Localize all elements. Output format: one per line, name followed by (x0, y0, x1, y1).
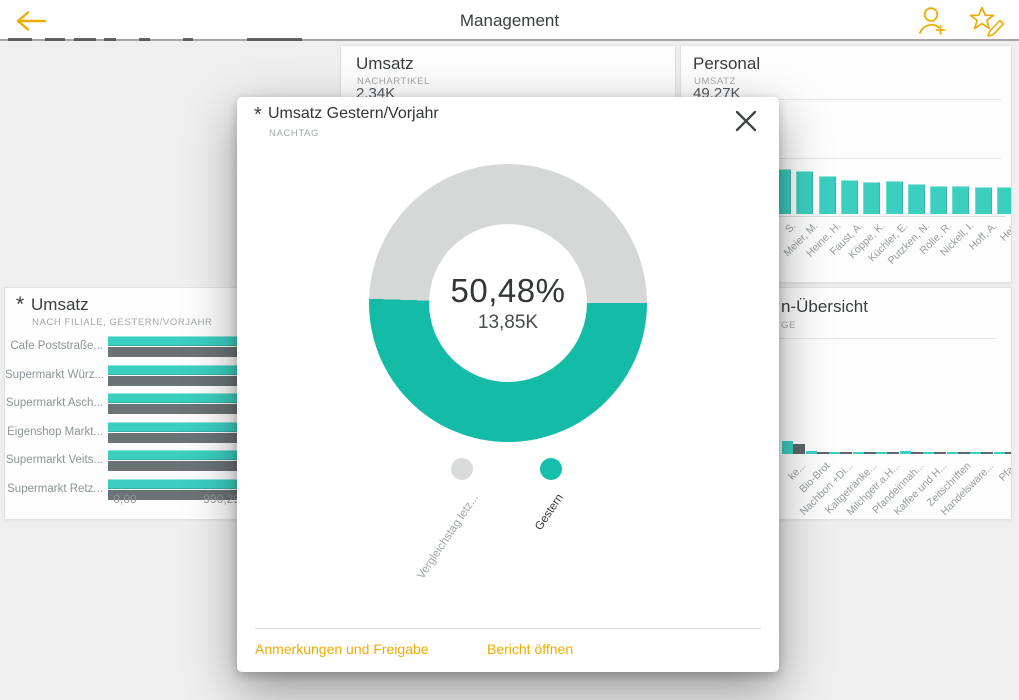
personal-bar[interactable] (819, 176, 836, 214)
uebersicht-bar-gray[interactable] (981, 452, 993, 454)
uebersicht-bar-gray[interactable] (1005, 452, 1013, 454)
uebersicht-bar-teal[interactable] (994, 452, 1005, 455)
uebersicht-bar-teal[interactable] (900, 451, 911, 454)
personal-bar[interactable] (975, 187, 992, 214)
favorite-star-icon: * (16, 298, 24, 312)
axis-max-label: 990,29 (185, 492, 240, 506)
star-edit-icon (968, 5, 1006, 37)
tile-subtitle: GE (781, 320, 796, 331)
edit-favorite-button[interactable] (968, 5, 1004, 37)
person-add-icon (913, 5, 949, 37)
footer-divider (255, 628, 761, 629)
personal-bar[interactable] (952, 186, 969, 214)
uebersicht-bar-gray[interactable] (793, 444, 805, 454)
personal-bar[interactable] (863, 182, 880, 214)
page-title: Management (0, 0, 1019, 41)
personal-bar[interactable] (997, 187, 1012, 214)
filiale-row-label: Supermarkt Würz... (5, 364, 103, 387)
legend-dot-gestern[interactable] (540, 458, 562, 480)
filiale-row-label: Eigenshop Markt... (5, 421, 103, 444)
donut-absolute-value: 13,85K (478, 312, 538, 334)
filiale-row-label: Supermarkt Asch... (5, 392, 103, 415)
legend-label-gestern: Gestern (494, 492, 565, 590)
filiale-row-label: Supermarkt Retz... (5, 478, 103, 501)
dialog-subtitle: NACHTAG (269, 128, 319, 139)
uebersicht-bar-gray[interactable] (934, 452, 946, 454)
add-person-button[interactable] (913, 5, 949, 37)
uebersicht-bar-teal[interactable] (782, 441, 793, 454)
uebersicht-bar-gray[interactable] (864, 452, 876, 454)
personal-bar[interactable] (841, 180, 858, 214)
personal-bar[interactable] (796, 171, 813, 214)
close-button[interactable] (733, 108, 759, 134)
donut-percent-value: 50,48% (451, 272, 566, 310)
personal-bar[interactable] (886, 181, 903, 214)
uebersicht-bar-gray[interactable] (911, 452, 923, 454)
dialog-title: Umsatz Gestern/Vorjahr (268, 105, 439, 123)
legend-label-vergleichstag: Vergleichstag letz... (382, 492, 481, 631)
uebersicht-bar-teal[interactable] (806, 451, 817, 454)
filiale-row-label: Cafe Poststraße... (5, 335, 103, 358)
filiale-row-label: Supermarkt Veits... (5, 449, 103, 472)
tile-title: Umsatz (31, 295, 89, 315)
donut-chart[interactable]: 50,48% 13,85K (369, 164, 647, 442)
uebersicht-bar-teal[interactable] (970, 452, 981, 455)
uebersicht-bar-teal[interactable] (853, 452, 864, 455)
donut-center: 50,48% 13,85K (429, 224, 587, 382)
uebersicht-bar-teal[interactable] (876, 452, 887, 455)
uebersicht-bar-teal[interactable] (947, 452, 958, 455)
tile-title: Umsatz (356, 54, 414, 74)
tile-title: n-Übersicht (781, 297, 868, 317)
personal-bar[interactable] (908, 184, 925, 214)
personal-bar[interactable] (930, 186, 947, 214)
legend-dot-vergleichstag[interactable] (451, 458, 473, 480)
umsatz-gestern-vorjahr-dialog: * Umsatz Gestern/Vorjahr NACHTAG 50,48% … (237, 97, 779, 672)
axis-min-label: 0,00 (100, 492, 150, 506)
tile-title: Personal (693, 54, 760, 74)
app-canvas: Management Umsatz NACHARTIKEL 2,34K (0, 0, 1019, 700)
annotations-share-link[interactable]: Anmerkungen und Freigabe (255, 641, 429, 657)
open-report-link[interactable]: Bericht öffnen (487, 641, 573, 657)
uebersicht-bar-gray[interactable] (887, 452, 899, 454)
app-header: Management (0, 0, 1019, 41)
uebersicht-bar-teal[interactable] (829, 452, 840, 455)
uebersicht-bar-gray[interactable] (817, 452, 829, 454)
uebersicht-bar-teal[interactable] (923, 452, 934, 455)
close-icon (733, 108, 759, 134)
chart-baseline (766, 216, 1005, 217)
uebersicht-bar-gray[interactable] (840, 452, 852, 454)
tile-subtitle: NACH FILIALE, GESTERN/VORJAHR (32, 317, 213, 328)
uebersicht-bar-gray[interactable] (958, 452, 970, 454)
favorite-star-icon: * (254, 109, 262, 121)
